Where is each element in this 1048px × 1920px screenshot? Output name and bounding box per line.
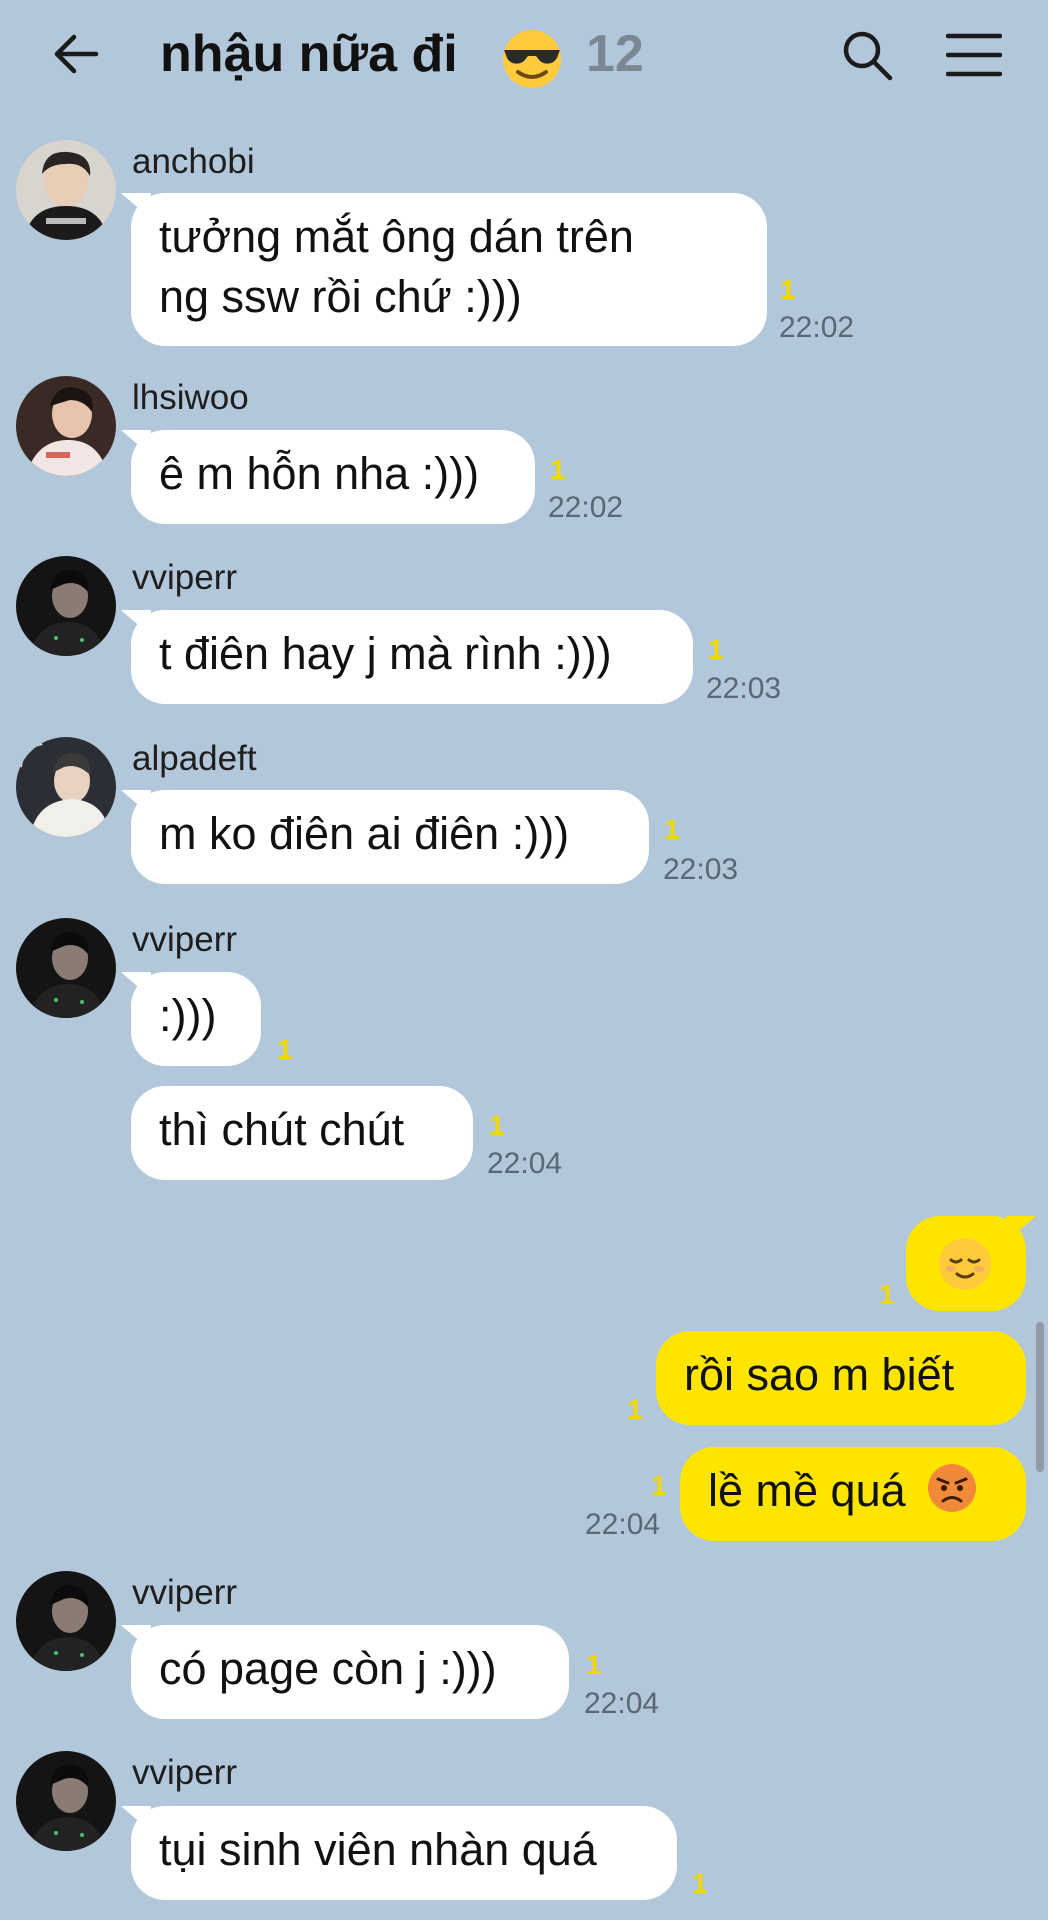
message-bubble[interactable]: m ko điên ai điên :))) xyxy=(131,790,649,884)
angry-face-emoji-icon xyxy=(928,1464,977,1512)
avatar[interactable] xyxy=(16,918,116,1018)
timestamp: 22:02 xyxy=(548,491,624,524)
sender-name: vviperr xyxy=(132,920,238,959)
chat-header: nhậu nữa đi 12 xyxy=(0,0,1048,110)
avatar[interactable] xyxy=(16,556,116,656)
hamburger-menu-icon[interactable] xyxy=(946,32,1002,78)
chat-title: nhậu nữa đi xyxy=(160,25,458,83)
message-bubble[interactable]: lề mề quá xyxy=(680,1447,1026,1541)
unread-count: 1 xyxy=(489,1110,505,1141)
unread-count: 1 xyxy=(692,1868,708,1899)
unread-count: 1 xyxy=(780,274,796,305)
search-icon[interactable] xyxy=(840,28,894,82)
unread-count: 1 xyxy=(651,1470,667,1501)
scrollbar[interactable] xyxy=(1036,1322,1044,1472)
timestamp: 22:03 xyxy=(663,853,739,886)
unread-count: 1 xyxy=(879,1279,895,1310)
message-bubble[interactable]: tụi sinh viên nhàn quá xyxy=(131,1806,677,1900)
avatar[interactable] xyxy=(16,376,116,476)
avatar[interactable] xyxy=(16,737,116,837)
message-bubble[interactable]: rồi sao m biết xyxy=(656,1331,1026,1425)
sender-name: vviperr xyxy=(132,558,238,597)
message-text: rồi sao m biết xyxy=(684,1349,955,1400)
timestamp: 22:04 xyxy=(487,1147,563,1180)
message-text: thì chút chút xyxy=(159,1104,405,1155)
message-text: có page còn j :))) xyxy=(159,1643,497,1694)
timestamp: 22:02 xyxy=(779,311,855,344)
message-text: m ko điên ai điên :))) xyxy=(159,808,570,859)
sender-name: lhsiwoo xyxy=(132,378,249,417)
sender-name: vviperr xyxy=(132,1753,238,1792)
message-bubble[interactable]: thì chút chút xyxy=(131,1086,473,1180)
sender-name: alpadeft xyxy=(132,739,257,778)
message-bubble[interactable]: ê m hỗn nha :))) xyxy=(131,430,535,524)
message-text: ê m hỗn nha :))) xyxy=(159,448,480,499)
member-count: 12 xyxy=(586,25,644,83)
timestamp: 22:04 xyxy=(584,1687,660,1720)
avatar[interactable] xyxy=(16,140,116,240)
message-bubble[interactable]: có page còn j :))) xyxy=(131,1625,569,1719)
sender-name: anchobi xyxy=(132,142,255,181)
message-text: :))) xyxy=(159,990,217,1041)
sunglasses-face-emoji-icon xyxy=(503,30,561,88)
unread-count: 1 xyxy=(550,454,566,485)
timestamp: 22:04 xyxy=(585,1508,661,1541)
message-bubble[interactable] xyxy=(906,1216,1026,1311)
message-bubble[interactable]: tưởng mắt ông dán trên ng ssw rồi chứ :)… xyxy=(131,193,767,346)
avatar[interactable] xyxy=(16,1571,116,1671)
arrow-left-icon[interactable] xyxy=(50,28,102,80)
message-bubble[interactable]: t điên hay j mà rình :))) xyxy=(131,610,693,704)
message-text: tụi sinh viên nhàn quá xyxy=(159,1824,597,1875)
unread-count: 1 xyxy=(664,814,680,845)
unread-count: 1 xyxy=(627,1394,643,1425)
timestamp: 22:03 xyxy=(706,672,782,705)
message-bubble[interactable]: :))) xyxy=(131,972,261,1066)
message-text: tưởng mắt ông dán trên xyxy=(159,211,634,262)
sender-name: vviperr xyxy=(132,1573,238,1612)
message-text: lề mề quá xyxy=(708,1465,906,1516)
unread-count: 1 xyxy=(708,634,724,665)
avatar[interactable] xyxy=(16,1751,116,1851)
unread-count: 1 xyxy=(586,1649,602,1680)
unread-count: 1 xyxy=(277,1034,293,1065)
relieved-face-emoji-icon xyxy=(939,1238,991,1290)
message-text: ng ssw rồi chứ :))) xyxy=(159,271,522,322)
message-text: t điên hay j mà rình :))) xyxy=(159,628,612,679)
